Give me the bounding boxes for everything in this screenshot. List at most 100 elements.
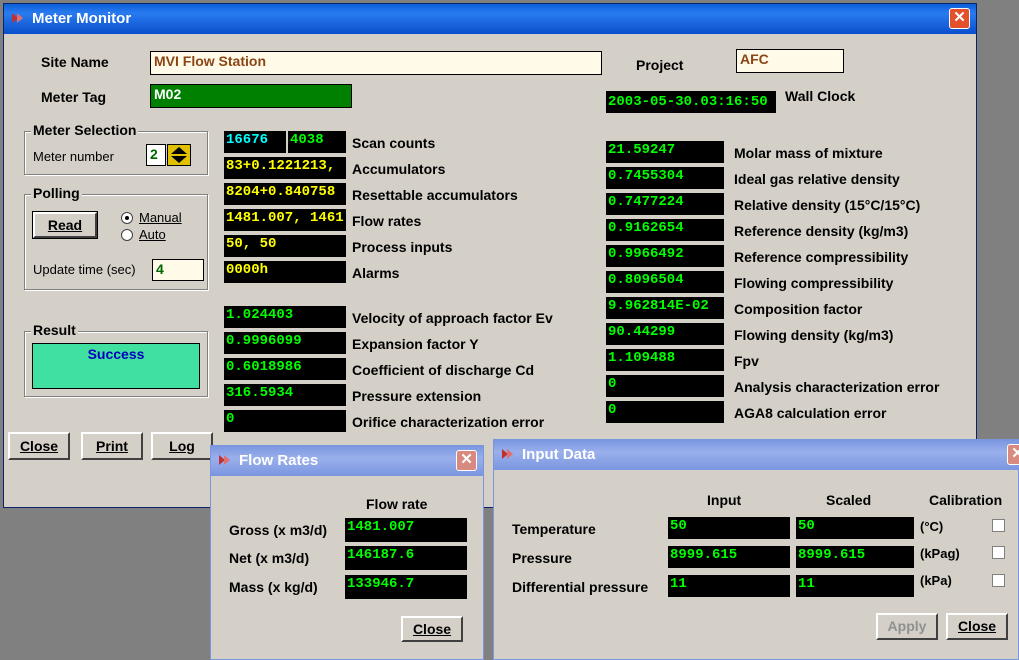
close-button[interactable]: Close [8,432,70,460]
ideal-gas-density-label: Ideal gas relative density [734,171,900,187]
close-button-label: Close [19,438,59,454]
update-time-label: Update time (sec) [33,262,136,277]
velocity-factor-value: 1.024403 [224,306,346,328]
result-status: Success [32,343,200,389]
temperature-input: 50 [668,517,790,539]
scan-counts-label: Scan counts [352,135,436,151]
input-header: Input [707,492,742,508]
flowing-density-label: Flowing density (kg/m3) [734,327,894,343]
relative-density-value: 0.7477224 [606,193,724,215]
manual-radio[interactable] [121,212,133,224]
differential-pressure-scaled: 11 [796,575,914,597]
meter-selection-title: Meter Selection [31,122,139,138]
scan-count-a: 16676 [224,131,286,153]
flow-rates-close-button[interactable]: Close [401,616,463,642]
wall-clock-label: Wall Clock [785,88,856,104]
differential-pressure-calibration-checkbox[interactable] [992,574,1005,587]
input-data-close-label: Close [957,618,997,634]
differential-pressure-unit: (kPa) [920,573,952,588]
close-icon[interactable]: ✕ [456,450,477,471]
reference-density-label: Reference density (kg/m3) [734,223,909,239]
fpv-label: Fpv [734,353,759,369]
print-button[interactable]: Print [81,432,143,460]
meter-tag-field[interactable]: M02 [150,84,352,108]
differential-pressure-input: 11 [668,575,790,597]
print-button-label: Print [96,438,128,454]
velocity-factor-label: Velocity of approach factor Ev [352,310,553,326]
flowing-compressibility-value: 0.8096504 [606,271,724,293]
temperature-scaled: 50 [796,517,914,539]
process-inputs-value: 50, 50 [224,235,346,257]
expansion-factor-label: Expansion factor Y [352,336,479,352]
meter-selection-group: Meter Selection Meter number 2 [24,122,208,175]
pressure-scaled: 8999.615 [796,546,914,568]
temperature-unit: (°C) [920,519,944,534]
result-group: Result Success [24,322,208,397]
flowing-compressibility-label: Flowing compressibility [734,275,894,291]
title-bar: Meter Monitor ✕ [4,4,976,34]
meter-number-spinner[interactable] [167,144,191,166]
app-icon [502,449,513,459]
pressure-calibration-checkbox[interactable] [992,546,1005,559]
flowing-density-value: 90.44299 [606,323,724,345]
gross-label: Gross (x m3/d) [229,522,328,538]
calibration-header: Calibration [929,492,1003,508]
app-icon [219,455,230,465]
input-data-close-button[interactable]: Close [946,613,1008,640]
temperature-calibration-checkbox[interactable] [992,519,1005,532]
orifice-error-value: 0 [224,410,346,432]
pressure-input: 8999.615 [668,546,790,568]
flow-rates-close-label: Close [412,621,452,637]
accumulators-value: 83+0.1221213, [224,157,346,179]
accumulators-label: Accumulators [352,161,446,177]
reference-compressibility-label: Reference compressibility [734,249,909,265]
analysis-error-value: 0 [606,375,724,397]
resettable-accumulators-label: Resettable accumulators [352,187,518,203]
expansion-factor-value: 0.9996099 [224,332,346,354]
polling-group: Polling Read Manual Auto Update time (se… [24,185,208,290]
molar-mass-value: 21.59247 [606,141,724,163]
close-icon[interactable]: ✕ [949,8,970,29]
temperature-label: Temperature [512,521,596,537]
scan-count-b: 4038 [288,131,346,153]
flow-rate-header: Flow rate [366,496,428,512]
input-data-title: Input Data [522,446,596,463]
fpv-value: 1.109488 [606,349,724,371]
app-icon [12,13,23,23]
apply-button-label: Apply [887,618,927,634]
input-data-window: Input Data ✕ Input Scaled Calibration Te… [493,439,1019,660]
net-value: 146187.6 [345,546,467,570]
input-data-title-bar: Input Data ✕ [494,440,1019,470]
meter-tag-label: Meter Tag [41,89,107,105]
process-inputs-label: Process inputs [352,239,453,255]
update-time-field[interactable]: 4 [152,259,204,281]
orifice-error-label: Orifice characterization error [352,414,545,430]
result-title: Result [31,322,78,338]
discharge-coefficient-label: Coefficient of discharge Cd [352,362,535,378]
log-button[interactable]: Log [151,432,213,460]
site-name-field[interactable]: MVI Flow Station [150,51,602,75]
composition-factor-label: Composition factor [734,301,863,317]
discharge-coefficient-value: 0.6018986 [224,358,346,380]
pressure-extension-value: 316.5934 [224,384,346,406]
project-field[interactable]: AFC [736,49,844,73]
meter-number-field[interactable]: 2 [146,144,166,166]
reference-density-value: 0.9162654 [606,219,724,241]
flow-rates-title: Flow Rates [239,452,319,469]
log-button-label: Log [169,438,195,454]
close-icon[interactable]: ✕ [1007,444,1019,465]
scaled-header: Scaled [826,492,872,508]
composition-factor-value: 9.962814E-02 [606,297,724,319]
meter-number-label: Meter number [33,149,114,164]
flow-rates-title-bar: Flow Rates ✕ [211,446,483,476]
net-label: Net (x m3/d) [229,550,310,566]
reference-compressibility-value: 0.9966492 [606,245,724,267]
auto-radio[interactable] [121,229,133,241]
flow-rates-label: Flow rates [352,213,422,229]
apply-button[interactable]: Apply [876,613,938,640]
resettable-accumulators-value: 8204+0.840758 [224,183,346,205]
read-button[interactable]: Read [32,211,98,239]
analysis-error-label: Analysis characterization error [734,379,940,395]
flow-rates-window: Flow Rates ✕ Flow rate Gross (x m3/d) 14… [210,445,484,660]
molar-mass-label: Molar mass of mixture [734,145,883,161]
